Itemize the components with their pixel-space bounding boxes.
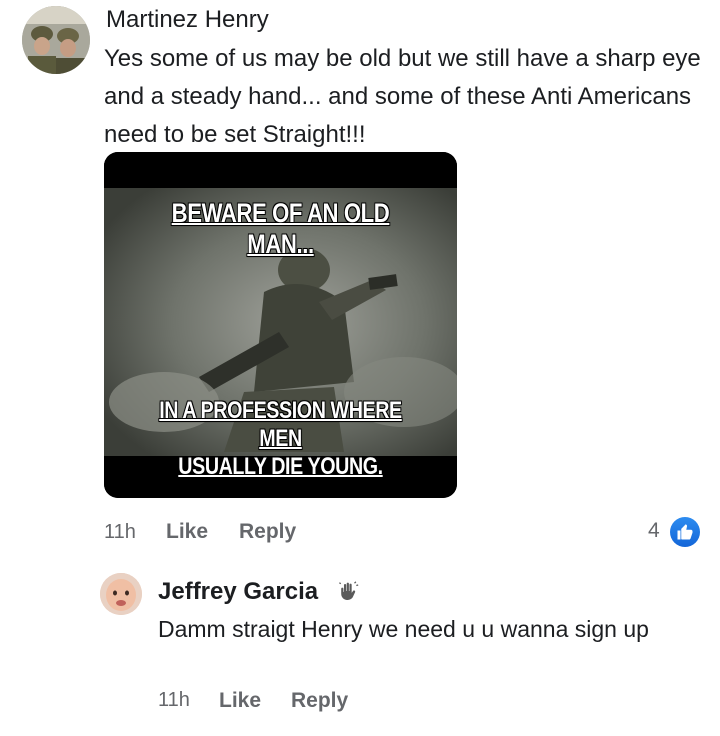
comment-timestamp[interactable]: 11h: [104, 521, 136, 544]
reply-author[interactable]: Jeffrey Garcia: [158, 578, 318, 606]
waving-hand-icon: [339, 581, 359, 600]
avatar-image: [22, 6, 90, 74]
meme-bottom-text: IN A PROFESSION WHERE MEN USUALLY DIE YO…: [136, 397, 425, 481]
reply-reply-button[interactable]: Reply: [291, 689, 348, 713]
reply-timestamp[interactable]: 11h: [158, 689, 190, 712]
meme-bottom-line-2: USUALLY DIE YOUNG.: [178, 453, 383, 480]
reply-text: Damm straigt Henry we need u u wanna sig…: [158, 616, 649, 642]
meme-top-text: BEWARE OF AN OLD MAN...: [171, 198, 390, 259]
thumbs-up-icon: [677, 524, 693, 540]
reply-like-button[interactable]: Like: [219, 689, 261, 713]
reaction-count[interactable]: 4: [648, 519, 660, 543]
like-button[interactable]: Like: [166, 520, 208, 544]
comment-text: Yes some of us may be old but we still h…: [104, 45, 701, 148]
meme-image[interactable]: BEWARE OF AN OLD MAN... IN A PROFESSION …: [104, 152, 457, 498]
meme-bottom-line-1: IN A PROFESSION WHERE MEN: [159, 397, 402, 452]
comment-author[interactable]: Martinez Henry: [106, 6, 269, 34]
wave-icon: [338, 580, 360, 608]
reply-button[interactable]: Reply: [239, 520, 296, 544]
avatar[interactable]: [100, 573, 142, 615]
like-icon[interactable]: [670, 517, 700, 547]
avatar[interactable]: [22, 6, 90, 74]
avatar-image: [100, 573, 142, 615]
